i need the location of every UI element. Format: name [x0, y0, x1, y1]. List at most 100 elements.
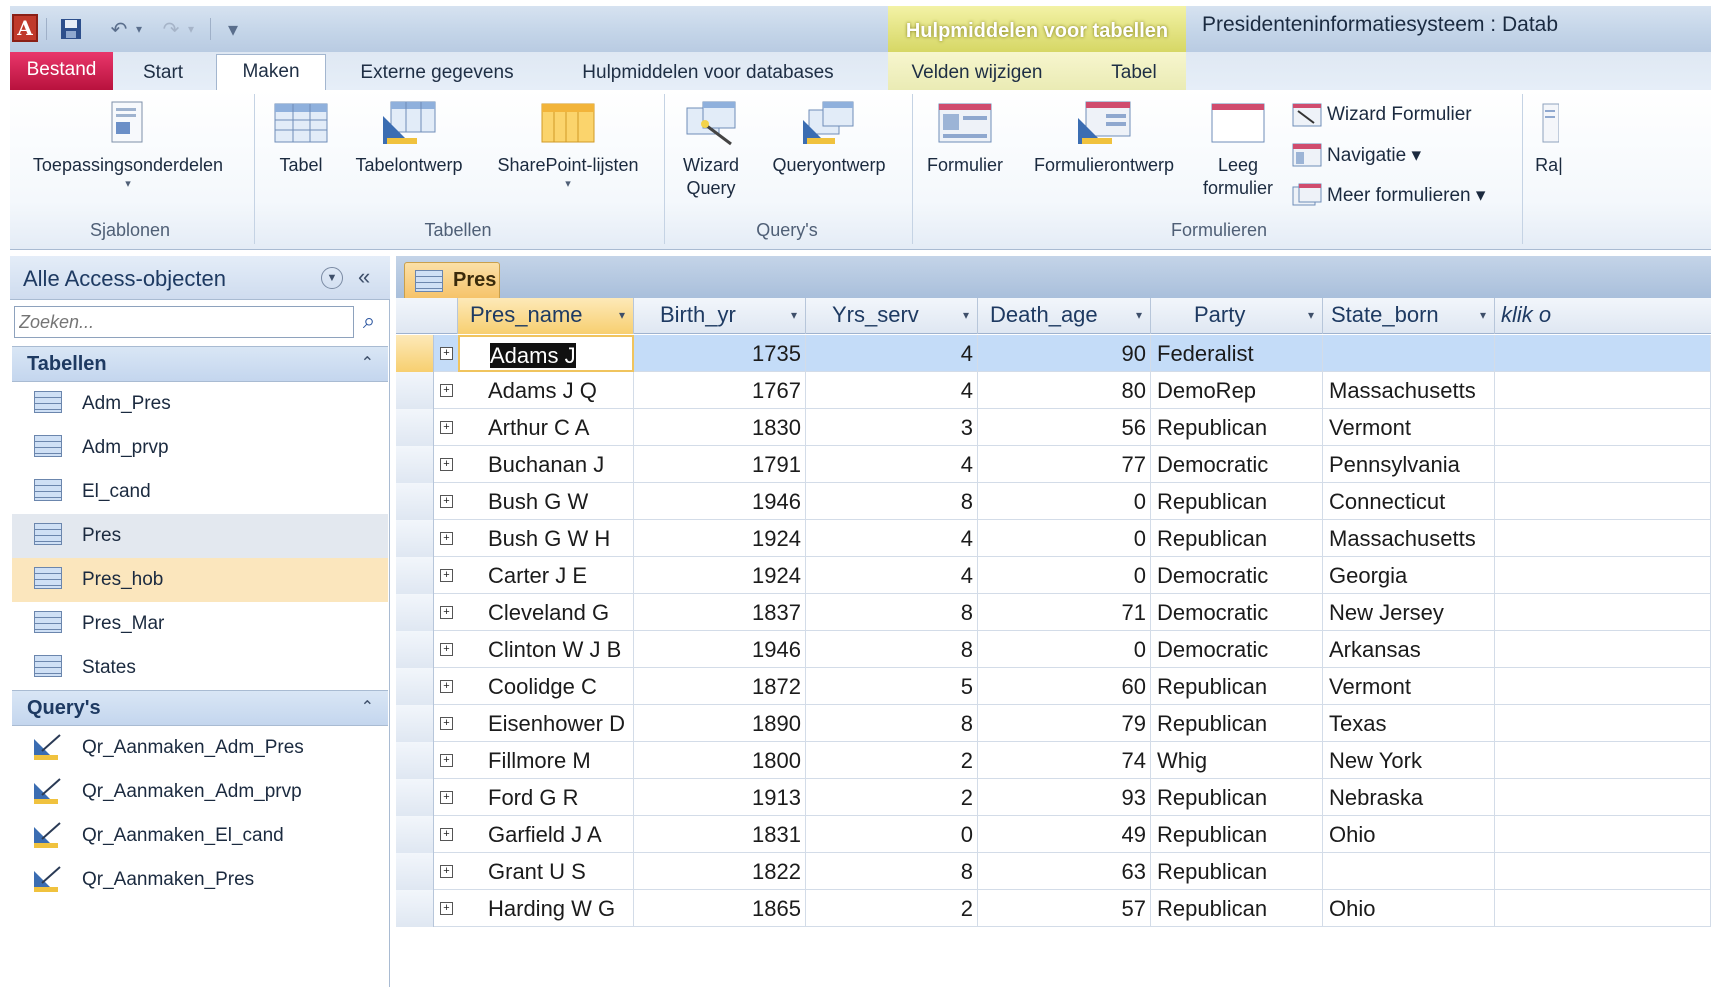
- expand-subdatasheet-icon[interactable]: +: [440, 791, 453, 804]
- more-forms-button[interactable]: Meer formulieren ▾: [1292, 180, 1485, 210]
- redo-dropdown-icon[interactable]: ▾: [184, 15, 198, 43]
- expand-subdatasheet-icon[interactable]: +: [440, 754, 453, 767]
- expand-subdatasheet-icon[interactable]: +: [440, 902, 453, 915]
- cell-death-age[interactable]: 77: [978, 446, 1151, 483]
- cell-add-field[interactable]: [1495, 853, 1711, 890]
- cell-birth-yr[interactable]: 1791: [634, 446, 806, 483]
- cell-pres-name[interactable]: Arthur C A: [458, 409, 634, 446]
- cell-party[interactable]: Republican: [1151, 483, 1323, 520]
- cell-add-field[interactable]: [1495, 705, 1711, 742]
- cell-party[interactable]: Whig: [1151, 742, 1323, 779]
- table-design-button[interactable]: Tabelontwerp: [342, 100, 476, 177]
- cell-birth-yr[interactable]: 1830: [634, 409, 806, 446]
- cell-yrs-serv[interactable]: 8: [806, 631, 978, 668]
- query-design-button[interactable]: Queryontwerp: [754, 100, 904, 177]
- cell-yrs-serv[interactable]: 4: [806, 372, 978, 409]
- cell-add-field[interactable]: [1495, 372, 1711, 409]
- table-row[interactable]: + Ford G R 1913 2 93 Republican Nebraska: [396, 779, 1711, 816]
- cell-birth-yr[interactable]: 1837: [634, 594, 806, 631]
- expand-subdatasheet-icon[interactable]: +: [440, 532, 453, 545]
- undo-icon[interactable]: ↶: [108, 15, 130, 43]
- expand-subdatasheet-icon[interactable]: +: [440, 865, 453, 878]
- record-selector[interactable]: [396, 816, 434, 853]
- cell-state-born[interactable]: Pennsylvania: [1323, 446, 1495, 483]
- chevron-down-icon[interactable]: ▾: [1308, 308, 1314, 322]
- queries-section-header[interactable]: Query's ⌃: [12, 690, 388, 726]
- cell-yrs-serv[interactable]: 8: [806, 483, 978, 520]
- chevron-down-icon[interactable]: ▾: [1136, 308, 1142, 322]
- select-all-cell[interactable]: [396, 298, 458, 334]
- cell-pres-name[interactable]: Grant U S: [458, 853, 634, 890]
- cell-birth-yr[interactable]: 1865: [634, 890, 806, 927]
- record-selector[interactable]: [396, 742, 434, 779]
- cell-add-field[interactable]: [1495, 483, 1711, 520]
- record-selector[interactable]: [396, 557, 434, 594]
- sharepoint-lists-button[interactable]: SharePoint-lijsten ▾: [482, 100, 654, 191]
- cell-add-field[interactable]: [1495, 557, 1711, 594]
- cell-party[interactable]: Republican: [1151, 816, 1323, 853]
- cell-death-age[interactable]: 0: [978, 520, 1151, 557]
- cell-birth-yr[interactable]: 1924: [634, 557, 806, 594]
- nav-table-pres-mar[interactable]: Pres_Mar: [12, 602, 388, 646]
- table-row[interactable]: + Coolidge C 1872 5 60 Republican Vermont: [396, 668, 1711, 705]
- nav-query-pres[interactable]: Qr_Aanmaken_Pres: [12, 858, 388, 902]
- cell-pres-name[interactable]: Adams J: [458, 335, 634, 372]
- cell-pres-name[interactable]: Harding W G: [458, 890, 634, 927]
- record-selector[interactable]: [396, 409, 434, 446]
- navigation-pane-header[interactable]: Alle Access-objecten ▼ «: [10, 256, 390, 300]
- table-button[interactable]: Tabel: [266, 100, 336, 177]
- search-input[interactable]: [14, 306, 354, 338]
- cell-death-age[interactable]: 49: [978, 816, 1151, 853]
- nav-table-adm-prvp[interactable]: Adm_prvp: [12, 426, 388, 470]
- customize-quick-access-icon[interactable]: ▾: [222, 15, 244, 43]
- undo-dropdown-icon[interactable]: ▾: [132, 15, 146, 43]
- cell-state-born[interactable]: [1323, 853, 1495, 890]
- blank-form-button[interactable]: Leeg formulier: [1194, 100, 1282, 200]
- cell-state-born[interactable]: [1323, 335, 1495, 372]
- expand-subdatasheet-icon[interactable]: +: [440, 717, 453, 730]
- redo-icon[interactable]: ↷: [160, 15, 182, 43]
- form-wizard-button[interactable]: Wizard Formulier: [1292, 100, 1472, 130]
- expand-subdatasheet-icon[interactable]: +: [440, 680, 453, 693]
- tables-section-header[interactable]: Tabellen ⌃: [12, 346, 388, 382]
- cell-add-field[interactable]: [1495, 409, 1711, 446]
- chevron-down-icon[interactable]: ▾: [963, 308, 969, 322]
- cell-death-age[interactable]: 71: [978, 594, 1151, 631]
- table-row[interactable]: + Grant U S 1822 8 63 Republican: [396, 853, 1711, 890]
- application-parts-button[interactable]: Toepassingsonderdelen ▾: [14, 100, 242, 191]
- cell-state-born[interactable]: Georgia: [1323, 557, 1495, 594]
- cell-pres-name[interactable]: Adams J Q: [458, 372, 634, 409]
- expand-subdatasheet-icon[interactable]: +: [440, 421, 453, 434]
- tab-fields[interactable]: Velden wijzigen: [902, 56, 1052, 90]
- cell-state-born[interactable]: Arkansas: [1323, 631, 1495, 668]
- nav-table-el-cand[interactable]: El_cand: [12, 470, 388, 514]
- column-header-state-born[interactable]: State_born ▾: [1323, 298, 1495, 334]
- cell-birth-yr[interactable]: 1767: [634, 372, 806, 409]
- expand-subdatasheet-icon[interactable]: +: [440, 458, 453, 471]
- query-wizard-button[interactable]: Wizard Query: [670, 100, 752, 200]
- cell-state-born[interactable]: Connecticut: [1323, 483, 1495, 520]
- cell-party[interactable]: Republican: [1151, 520, 1323, 557]
- cell-birth-yr[interactable]: 1924: [634, 520, 806, 557]
- cell-add-field[interactable]: [1495, 816, 1711, 853]
- table-row[interactable]: + Carter J E 1924 4 0 Democratic Georgia: [396, 557, 1711, 594]
- table-row[interactable]: + Adams J Q 1767 4 80 DemoRep Massachusetts: [396, 372, 1711, 409]
- cell-pres-name[interactable]: Garfield J A: [458, 816, 634, 853]
- table-row[interactable]: + Arthur C A 1830 3 56 Republican Vermont: [396, 409, 1711, 446]
- expand-subdatasheet-icon[interactable]: +: [440, 606, 453, 619]
- chevron-down-icon[interactable]: ▾: [1480, 308, 1486, 322]
- tab-table[interactable]: Tabel: [1104, 56, 1164, 90]
- column-header-yrs-serv[interactable]: Yrs_serv ▾: [806, 298, 978, 334]
- table-row[interactable]: + Bush G W 1946 8 0 Republican Connecticut: [396, 483, 1711, 520]
- column-header-party[interactable]: Party ▾: [1151, 298, 1323, 334]
- nav-table-adm-pres[interactable]: Adm_Pres: [12, 382, 388, 426]
- cell-pres-name[interactable]: Buchanan J: [458, 446, 634, 483]
- cell-party[interactable]: Republican: [1151, 779, 1323, 816]
- cell-add-field[interactable]: [1495, 668, 1711, 705]
- table-row[interactable]: + Garfield J A 1831 0 49 Republican Ohio: [396, 816, 1711, 853]
- cell-yrs-serv[interactable]: 4: [806, 557, 978, 594]
- cell-yrs-serv[interactable]: 8: [806, 594, 978, 631]
- cell-birth-yr[interactable]: 1800: [634, 742, 806, 779]
- cell-party[interactable]: Democratic: [1151, 446, 1323, 483]
- cell-state-born[interactable]: Texas: [1323, 705, 1495, 742]
